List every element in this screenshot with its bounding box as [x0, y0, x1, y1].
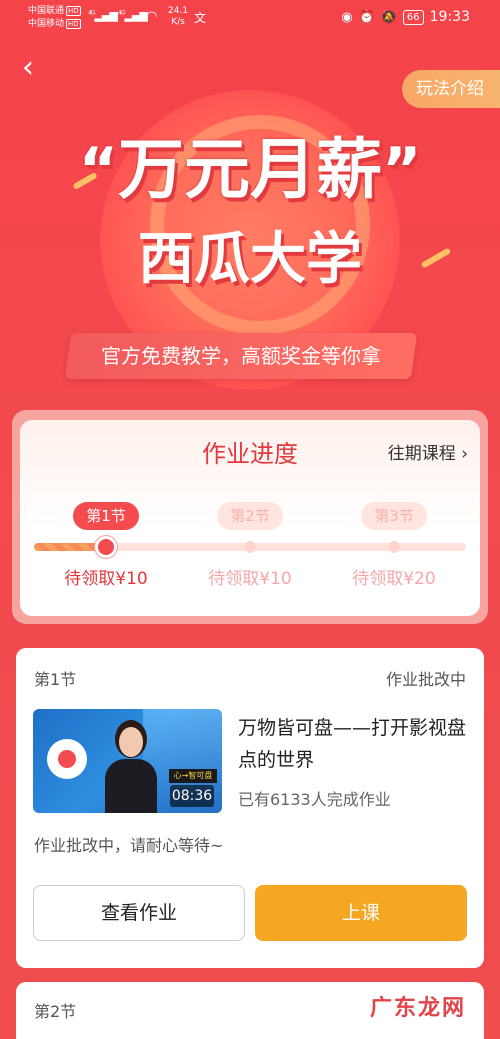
past-courses-link[interactable]: 往期课程 › [388, 440, 468, 468]
hero-tagline: 官方免费教学，高额奖金等你拿 [64, 333, 418, 379]
step-pill-1[interactable]: 第1节 [73, 502, 139, 530]
lesson-number: 第1节 [34, 670, 77, 689]
back-button[interactable]: ‹ [22, 50, 52, 86]
step-pill-3[interactable]: 第3节 [361, 502, 427, 530]
hd-tag: HD [66, 19, 81, 29]
video-duration: 08:36 [170, 785, 214, 807]
status-bar: 中国联通 HD 中国移动 HD 4G▂▄▆ 4G▂▄▆ ◠ 24.1 K/s 文 ◉… [0, 0, 500, 36]
hero-subtitle: 西瓜大学 [138, 227, 362, 292]
brand-logo-icon [47, 739, 87, 779]
clock: 19:33 [429, 9, 470, 25]
reward-label-2: 待领取¥10 [208, 569, 292, 589]
eye-icon: ◉ [341, 9, 353, 25]
view-homework-button[interactable]: 查看作业 [33, 885, 245, 941]
progress-dot [388, 541, 400, 553]
progress-fill [34, 543, 99, 551]
start-class-button[interactable]: 上课 [255, 885, 467, 941]
reward-label-1: 待领取¥10 [64, 569, 148, 589]
watermark-logo: 广东龙网 [369, 996, 466, 1021]
hero-title: “万元月薪” [78, 131, 422, 208]
chevron-right-icon: › [461, 444, 468, 464]
alarm-icon: ⏰ [358, 9, 375, 25]
completed-count: 已有6133人完成作业 [238, 790, 391, 809]
step-pill-2[interactable]: 第2节 [217, 502, 283, 530]
carrier-1: 中国联通 [28, 6, 65, 16]
signal-icon: 4G▂▄▆ [88, 9, 118, 22]
reward-label-3: 待领取¥20 [352, 569, 436, 589]
thumbnail-sign: 心→智可盘 [169, 769, 217, 783]
battery-icon: 66 [402, 9, 424, 25]
carrier-2: 中国移动 [28, 19, 65, 29]
mute-icon: 🔕 [380, 9, 397, 25]
signal-icon: 4G▂▄▆ [118, 9, 148, 22]
progress-dot [244, 541, 256, 553]
carrier-info: 中国联通 HD 中国移动 HD [28, 5, 81, 31]
hd-tag: HD [66, 6, 81, 16]
network-speed: 24.1 K/s [168, 6, 189, 27]
presenter-image [101, 727, 161, 813]
rules-button[interactable]: 玩法介绍 [402, 70, 500, 108]
translate-icon: 文 [194, 11, 206, 25]
lesson-status: 作业批改中 [385, 670, 466, 689]
next-lesson-number: 第2节 [34, 1002, 77, 1021]
status-icons: ◉ ⏰ 🔕 66 19:33 [341, 9, 470, 25]
lesson-title[interactable]: 万物皆可盘——打开影视盘点的世界 [238, 712, 470, 776]
wifi-icon: ◠ [146, 9, 157, 24]
progress-dot-active [95, 536, 117, 558]
grading-note: 作业批改中，请耐心等待~ [34, 836, 224, 855]
